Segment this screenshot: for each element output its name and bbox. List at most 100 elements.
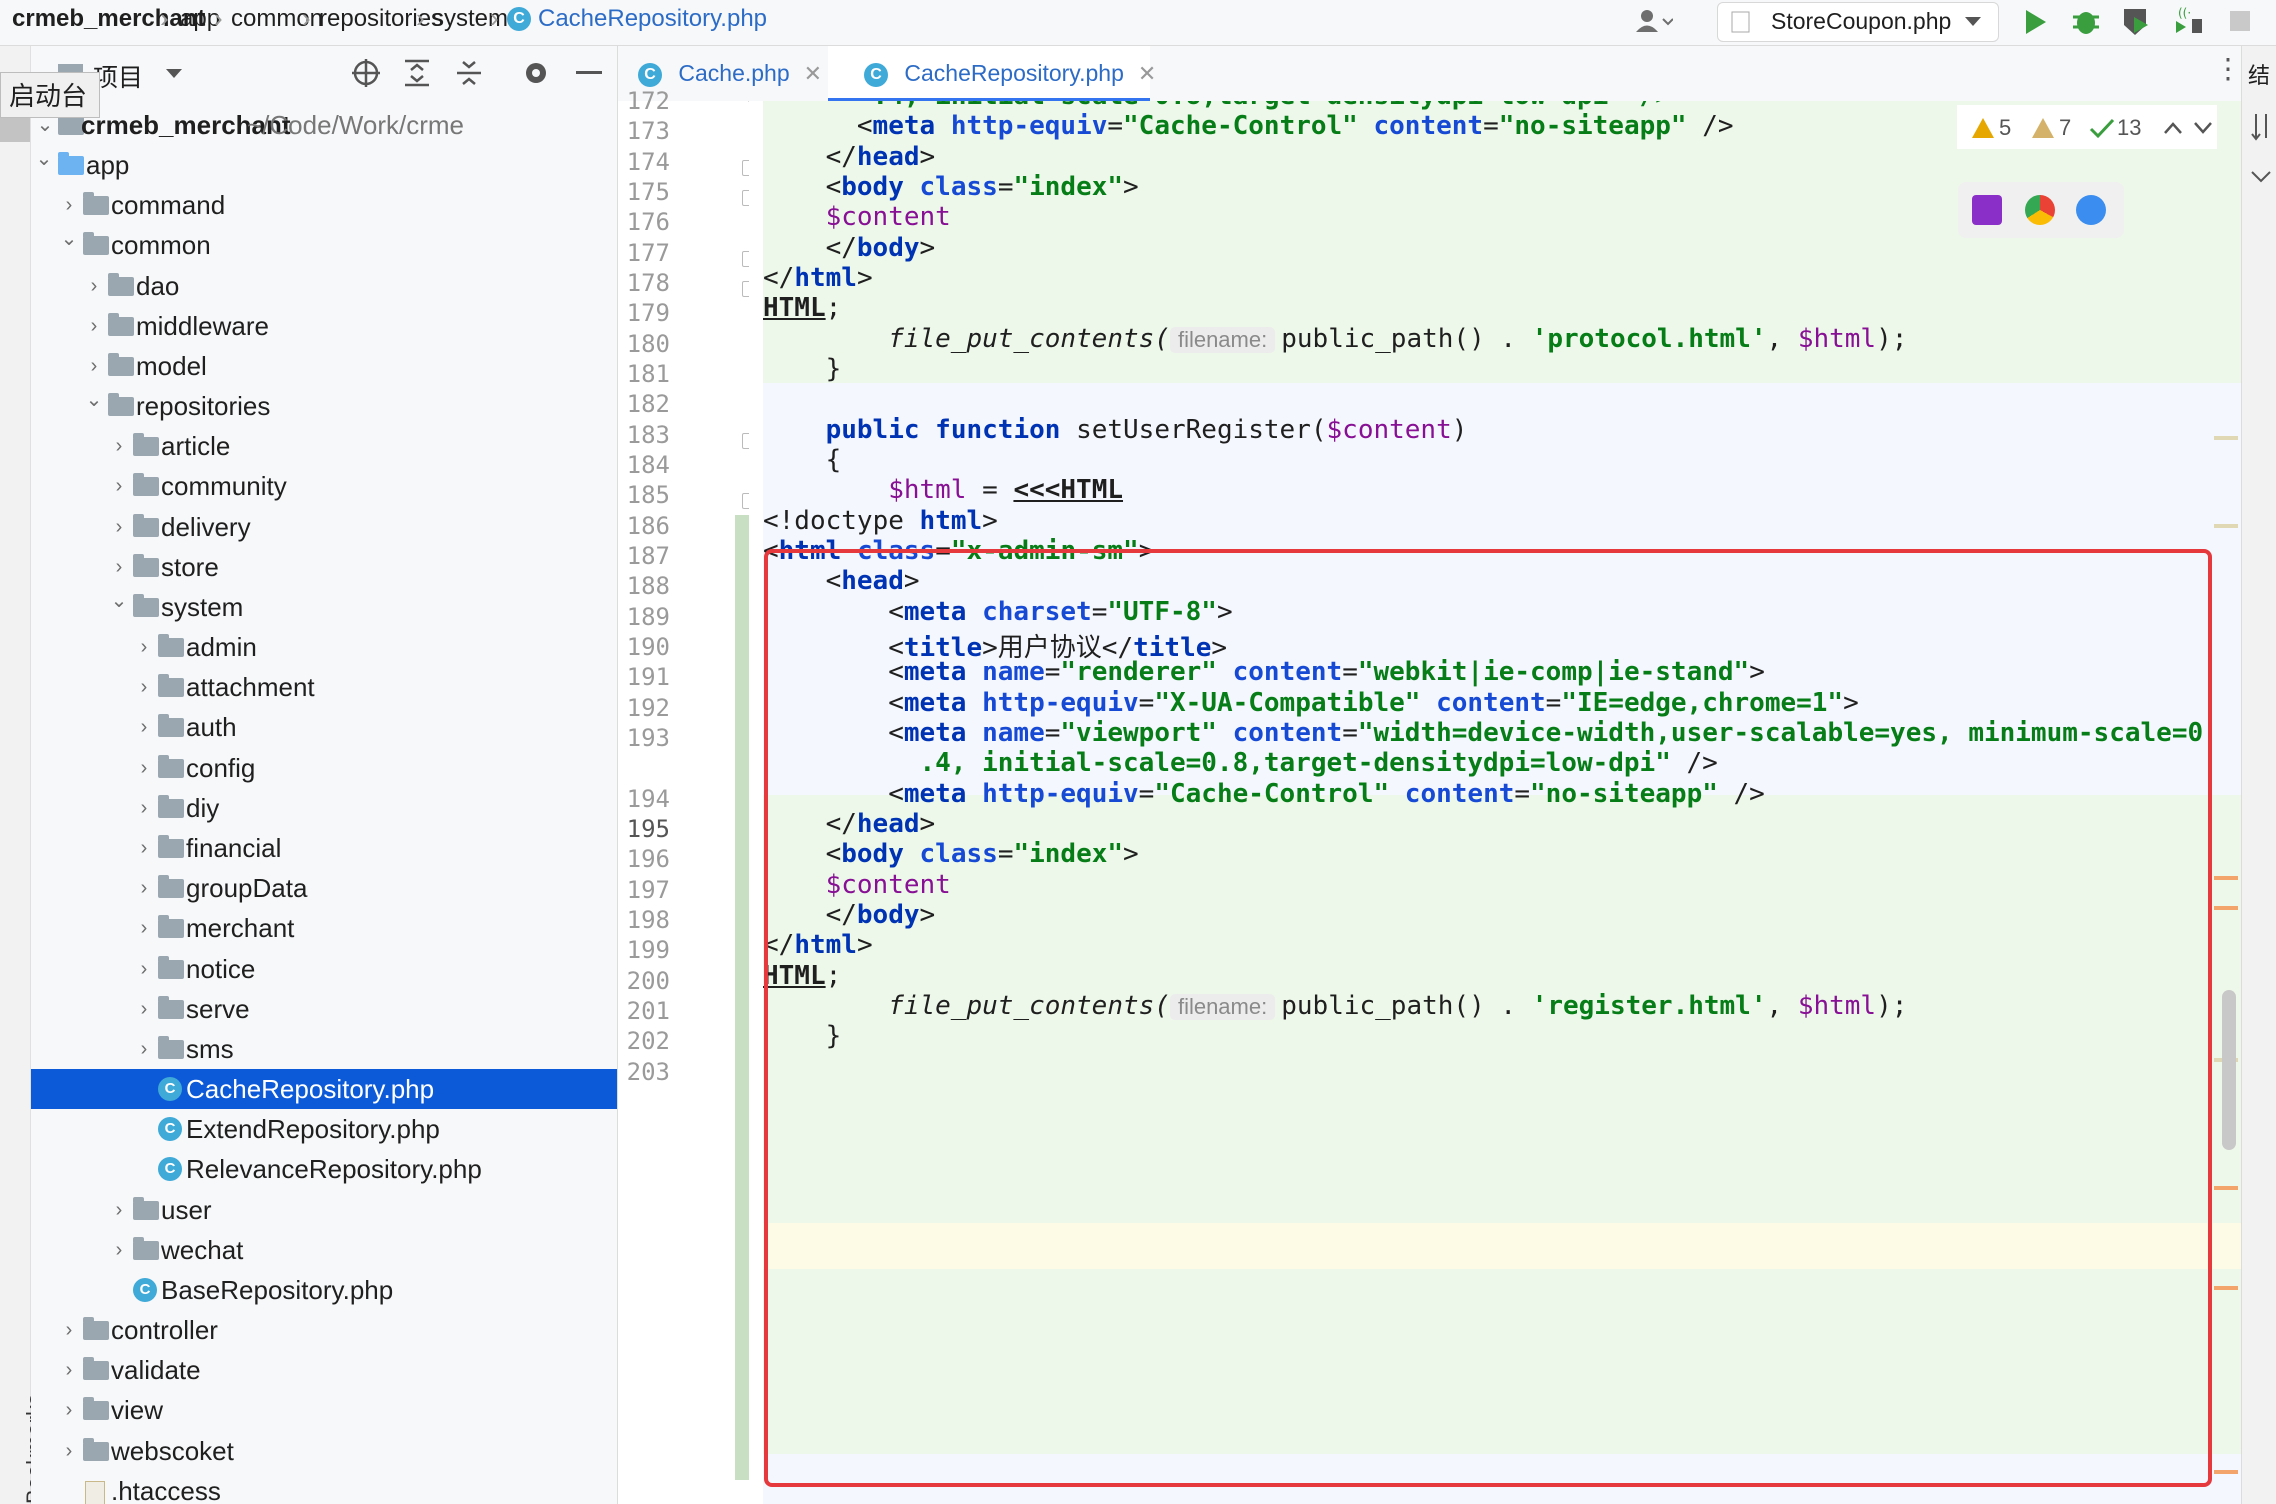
tree-item[interactable]: › delivery xyxy=(31,507,617,547)
chevron-down-icon[interactable]: ⌄ xyxy=(107,581,131,621)
structure-tool-label[interactable]: 结 xyxy=(2248,58,2270,90)
chevron-right-icon[interactable]: › xyxy=(107,426,131,466)
tree-item[interactable]: › auth xyxy=(31,707,617,747)
account-icon[interactable] xyxy=(1633,7,1673,37)
chevron-right-icon[interactable]: › xyxy=(57,1350,81,1390)
more-tabs-icon[interactable]: ⋮ xyxy=(2214,52,2242,85)
tree-item[interactable]: C CacheRepository.php xyxy=(31,1069,617,1110)
tree-item[interactable]: › merchant xyxy=(31,908,617,948)
tree-item[interactable]: ⌄ app xyxy=(31,145,617,185)
error-stripe-mark[interactable] xyxy=(2214,876,2238,880)
profile-icon[interactable]: ((· xyxy=(2172,3,2206,37)
chevron-right-icon[interactable]: › xyxy=(107,466,131,506)
chrome-icon[interactable] xyxy=(2025,195,2055,225)
debug-icon[interactable] xyxy=(2070,5,2102,37)
tree-root[interactable]: ⌄ crmeb_merchant ~/Code/Work/crme xyxy=(31,105,617,145)
chevron-right-icon[interactable]: › xyxy=(107,1230,131,1270)
chevron-down-icon[interactable]: ⌄ xyxy=(32,139,56,179)
sort-icon[interactable] xyxy=(2250,112,2272,142)
project-panel-header: 项目 xyxy=(31,46,617,104)
tree-item[interactable]: › controller xyxy=(31,1310,617,1350)
chevron-right-icon[interactable]: › xyxy=(82,266,106,306)
tree-item[interactable]: › webscoket xyxy=(31,1431,617,1471)
phpstorm-icon[interactable] xyxy=(1972,195,2002,225)
chevron-right-icon[interactable]: › xyxy=(132,748,156,788)
error-stripe-mark[interactable] xyxy=(2214,1186,2238,1190)
chevron-up-icon[interactable] xyxy=(2163,121,2183,135)
chevron-right-icon[interactable]: › xyxy=(132,707,156,747)
stop-icon[interactable] xyxy=(2228,9,2254,35)
chevron-right-icon[interactable]: › xyxy=(132,667,156,707)
tab-cacherepository-php[interactable]: C CacheRepository.php ✕ xyxy=(828,46,1156,101)
tree-item[interactable]: › user xyxy=(31,1190,617,1230)
tree-item[interactable]: ⌄ system xyxy=(31,587,617,627)
chevron-right-icon[interactable]: › xyxy=(57,1431,81,1471)
hide-panel-icon[interactable] xyxy=(575,70,603,76)
chevron-down-icon[interactable]: ⌄ xyxy=(82,380,106,420)
chevron-right-icon[interactable]: › xyxy=(132,989,156,1029)
tree-item[interactable]: › dao xyxy=(31,266,617,306)
tree-item[interactable]: › view xyxy=(31,1390,617,1430)
error-stripe-mark[interactable] xyxy=(2214,906,2238,910)
chevron-down-icon[interactable] xyxy=(2193,121,2213,135)
chevron-right-icon[interactable]: › xyxy=(132,828,156,868)
locate-icon[interactable] xyxy=(351,58,381,88)
error-stripe-mark[interactable] xyxy=(2214,436,2238,440)
chevron-down-icon[interactable] xyxy=(2250,170,2272,184)
vcs-change-marker[interactable] xyxy=(735,515,749,1480)
tree-item[interactable]: › financial xyxy=(31,828,617,868)
tree-item[interactable]: › groupData xyxy=(31,868,617,908)
chevron-right-icon[interactable]: › xyxy=(132,1029,156,1069)
tree-item[interactable]: › sms xyxy=(31,1029,617,1069)
tree-item[interactable]: › article xyxy=(31,426,617,466)
run-configuration-selector[interactable]: StoreCoupon.php xyxy=(1717,2,1999,42)
close-icon[interactable]: ✕ xyxy=(1138,61,1156,86)
safari-icon[interactable] xyxy=(2076,195,2106,225)
tree-item[interactable]: › wechat xyxy=(31,1230,617,1270)
inspection-widget[interactable]: 5 7 13 xyxy=(1957,105,2217,149)
project-panel-title[interactable]: 项目 xyxy=(93,58,143,94)
chevron-right-icon[interactable]: › xyxy=(107,1190,131,1230)
chevron-right-icon[interactable]: › xyxy=(132,627,156,667)
run-icon[interactable] xyxy=(2022,7,2050,37)
chevron-right-icon[interactable]: › xyxy=(57,1390,81,1430)
tree-item[interactable]: › config xyxy=(31,748,617,788)
tree-item[interactable]: › community xyxy=(31,466,617,506)
tree-item[interactable]: › command xyxy=(31,185,617,225)
tree-item[interactable]: ⌄ repositories xyxy=(31,386,617,426)
tree-item[interactable]: › middleware xyxy=(31,306,617,346)
tree-item[interactable]: .htaccess xyxy=(31,1471,617,1504)
chevron-right-icon[interactable]: › xyxy=(132,788,156,828)
tree-item[interactable]: › attachment xyxy=(31,667,617,707)
chevron-right-icon[interactable]: › xyxy=(132,908,156,948)
close-icon[interactable]: ✕ xyxy=(804,61,822,86)
expand-all-icon[interactable] xyxy=(403,58,431,88)
coverage-icon[interactable] xyxy=(2120,5,2152,37)
tree-item[interactable]: C BaseRepository.php xyxy=(31,1270,617,1310)
chevron-right-icon[interactable]: › xyxy=(57,1310,81,1350)
error-stripe-mark[interactable] xyxy=(2214,524,2238,528)
code-token: $html xyxy=(1797,323,1877,354)
chevron-right-icon[interactable]: › xyxy=(107,507,131,547)
tree-item[interactable]: C ExtendRepository.php xyxy=(31,1109,617,1149)
tree-item[interactable]: › validate xyxy=(31,1350,617,1390)
editor-scrollbar[interactable] xyxy=(2222,990,2236,1150)
error-stripe-mark[interactable] xyxy=(2214,1470,2238,1474)
chevron-right-icon[interactable]: › xyxy=(82,306,106,346)
tree-item[interactable]: › diy xyxy=(31,788,617,828)
tree-item[interactable]: › admin xyxy=(31,627,617,667)
tree-item[interactable]: › serve xyxy=(31,989,617,1029)
chevron-right-icon[interactable]: › xyxy=(132,868,156,908)
tree-item[interactable]: ⌄ common xyxy=(31,225,617,265)
tree-item[interactable]: › model xyxy=(31,346,617,386)
breadcrumb-file[interactable]: CacheRepository.php xyxy=(538,5,767,33)
chevron-down-icon[interactable] xyxy=(165,68,183,80)
chevron-down-icon[interactable]: ⌄ xyxy=(57,219,81,259)
chevron-right-icon[interactable]: › xyxy=(132,949,156,989)
tree-item[interactable]: C RelevanceRepository.php xyxy=(31,1149,617,1189)
breadcrumb-project[interactable]: crmeb_merchant xyxy=(12,5,205,33)
tree-item[interactable]: › notice xyxy=(31,949,617,989)
error-stripe-mark[interactable] xyxy=(2214,1286,2238,1290)
gear-icon[interactable] xyxy=(521,58,551,88)
collapse-all-icon[interactable] xyxy=(455,58,483,88)
